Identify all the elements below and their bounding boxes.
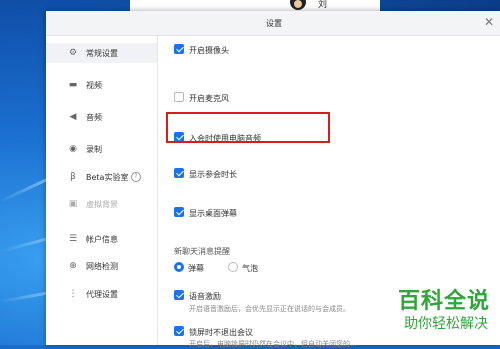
- voice-motivation-description: 开启语音激励后，会优先显示正在说话的与会成员。: [189, 305, 350, 313]
- sidebar-item-label: 音频: [86, 113, 102, 122]
- beta-lab-icon: β: [70, 172, 76, 182]
- record-icon: ◉: [69, 144, 77, 154]
- dialog-title: 设置: [266, 19, 282, 28]
- chat-reminder-label: 新聊天消息提醒: [174, 247, 230, 256]
- sidebar-item-label: 虚拟背景: [86, 200, 118, 209]
- checkbox-unchecked[interactable]: [174, 92, 184, 102]
- option-label: 语音激励: [189, 292, 221, 301]
- sidebar-item-network[interactable]: ⊕ 网络检测: [46, 256, 157, 276]
- sidebar-item-label: 常规设置: [86, 49, 118, 58]
- sidebar-item-proxy[interactable]: ⋮ 代理设置: [46, 284, 157, 304]
- help-icon[interactable]: ?: [131, 172, 141, 182]
- option-label: 锁屏时不退出会议: [189, 328, 253, 337]
- sidebar-item-label: 帐户信息: [86, 235, 118, 244]
- video-camera-icon: ▬: [68, 80, 78, 90]
- account-icon: ☰: [68, 234, 78, 244]
- radio-label: 气泡: [242, 264, 258, 273]
- radio-unselected[interactable]: [228, 262, 238, 272]
- sidebar-item-account[interactable]: ☰ 帐户信息: [46, 229, 157, 249]
- sidebar-item-general[interactable]: ⚙ 常规设置: [46, 43, 157, 63]
- option-label: 开启摄像头: [189, 46, 229, 55]
- user-name: 刘: [318, 0, 328, 10]
- lock-screen-description: 开启后，电脑锁屏时仍然在会议中，但自动关闭您的...: [189, 340, 357, 348]
- checkbox-checked[interactable]: [174, 168, 184, 178]
- sidebar-item-label: Beta实验室: [86, 173, 129, 182]
- radio-danmaku[interactable]: 弹幕: [174, 261, 224, 273]
- sidebar-item-audio[interactable]: ◀ 音频: [46, 107, 157, 127]
- sidebar-item-beta-lab[interactable]: β Beta实验室 ?: [46, 167, 157, 187]
- option-label: 显示桌面弹幕: [189, 209, 237, 218]
- close-icon[interactable]: ✕: [484, 15, 494, 29]
- dialog-titlebar: 设置 ✕: [46, 11, 500, 36]
- sidebar-item-virtual-background[interactable]: ▣ 虚拟背景: [46, 194, 157, 214]
- radio-bubble[interactable]: 气泡: [228, 261, 278, 273]
- settings-sidebar: ⚙ 常规设置 ▬ 视频 ◀ 音频 ◉ 录制 β Beta实验室 ? ▣ 虚拟背景…: [46, 36, 158, 345]
- watermark-title: 百科全说: [397, 289, 490, 314]
- watermark-logo: 百科全说 助你轻松解决: [366, 283, 496, 339]
- option-label: 显示参会时长: [189, 170, 237, 179]
- sidebar-item-record[interactable]: ◉ 录制: [46, 139, 157, 159]
- radio-label: 弹幕: [188, 264, 204, 273]
- sidebar-item-label: 视频: [86, 81, 102, 90]
- sidebar-item-video[interactable]: ▬ 视频: [46, 75, 157, 95]
- checkbox-checked[interactable]: [174, 290, 184, 300]
- proxy-icon: ⋮: [68, 289, 78, 299]
- checkbox-checked[interactable]: [174, 44, 184, 54]
- radio-selected[interactable]: [174, 262, 184, 272]
- option-label: 开启麦克风: [189, 94, 229, 103]
- sidebar-item-label: 录制: [86, 145, 102, 154]
- sidebar-item-label: 网络检测: [86, 262, 118, 271]
- watermark-subtitle: 助你轻松解决: [404, 316, 488, 332]
- virtual-background-icon: ▣: [68, 199, 78, 209]
- checkbox-checked[interactable]: [174, 326, 184, 336]
- speaker-icon: ◀: [69, 112, 77, 122]
- gear-icon: ⚙: [68, 48, 78, 58]
- network-icon: ⊕: [69, 261, 77, 271]
- sidebar-item-label: 代理设置: [86, 290, 118, 299]
- checkbox-checked[interactable]: [174, 132, 184, 142]
- avatar: [290, 0, 306, 10]
- option-label: 入会时使用电脑音频: [189, 134, 261, 143]
- checkbox-checked[interactable]: [174, 207, 184, 217]
